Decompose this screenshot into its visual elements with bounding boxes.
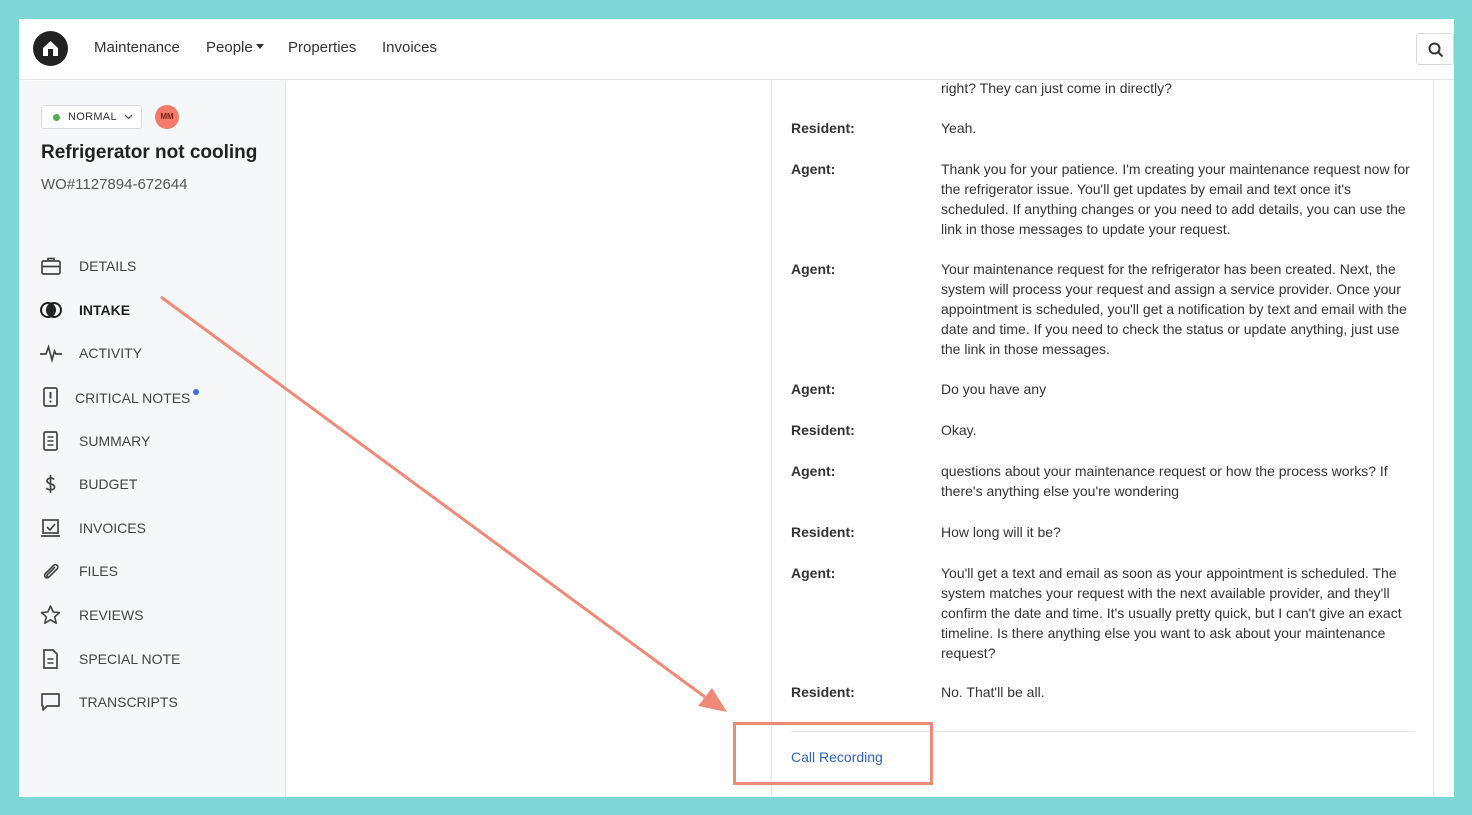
annotation-arrow bbox=[160, 295, 727, 712]
